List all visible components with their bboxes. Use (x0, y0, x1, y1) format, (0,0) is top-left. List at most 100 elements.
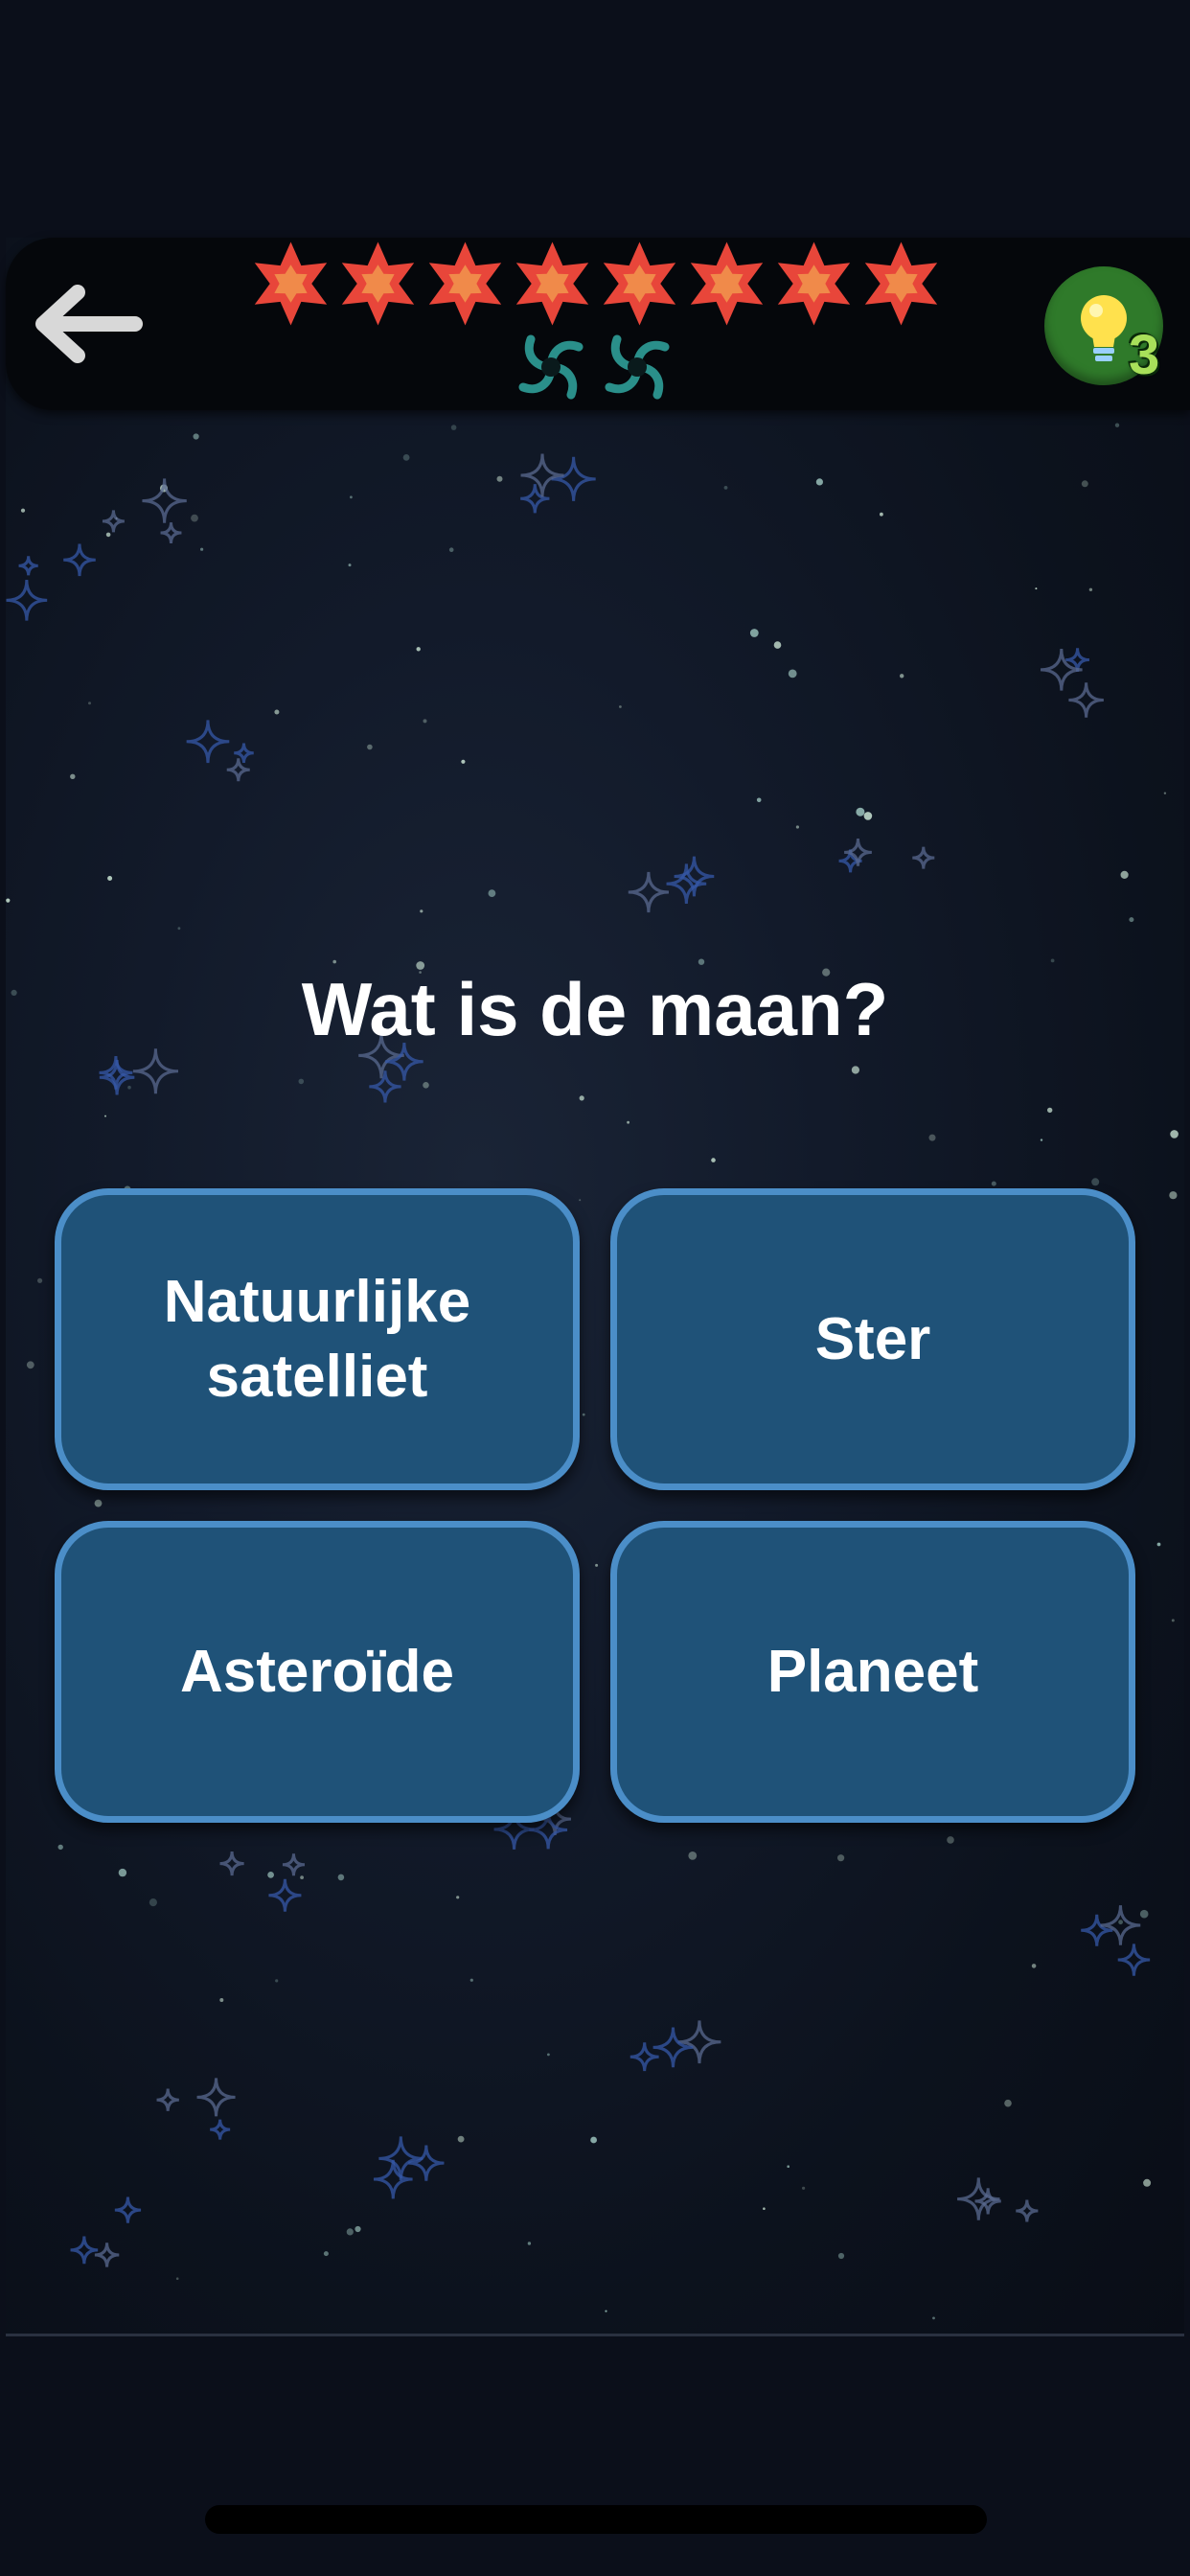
sparkle-icon (1081, 1914, 1113, 1946)
background-star (1040, 1138, 1043, 1141)
background-star (837, 1854, 845, 1862)
sparkle-icon (628, 871, 670, 913)
background-star (1170, 1130, 1179, 1138)
background-star (461, 759, 466, 764)
background-star (367, 744, 373, 750)
answer-button-2[interactable]: Ster (610, 1188, 1135, 1490)
background-star (26, 1361, 34, 1369)
sparkle-icon (114, 2196, 142, 2223)
answer-button-1[interactable]: Natuurlijke satelliet (55, 1188, 580, 1490)
background-star (802, 2186, 806, 2190)
background-star (496, 475, 503, 482)
background-star (300, 1875, 304, 1879)
background-star (323, 2251, 329, 2257)
background-star (219, 1998, 224, 2002)
background-star (749, 629, 759, 637)
background-star (1139, 1909, 1149, 1919)
background-star (947, 1836, 954, 1844)
background-star (723, 486, 728, 490)
background-star (1143, 2178, 1152, 2187)
background-star (274, 709, 280, 715)
background-star (837, 2252, 845, 2260)
background-star (711, 1158, 716, 1162)
background-star (1171, 1619, 1175, 1622)
background-star (1031, 1964, 1037, 1968)
background-star (94, 1499, 103, 1507)
home-indicator[interactable] (205, 2505, 987, 2534)
red-star-icon (341, 242, 415, 326)
background-star (191, 514, 198, 522)
sparkle-icon (1068, 682, 1104, 718)
background-star (355, 2225, 361, 2233)
background-star (579, 1199, 582, 1202)
sparkle-icon (912, 846, 935, 869)
background-star (815, 478, 824, 486)
hint-count: 3 (1129, 324, 1160, 386)
red-star-icon (515, 242, 589, 326)
back-button[interactable] (27, 276, 151, 372)
galaxy-spiral-icon (518, 334, 584, 400)
sparkle-icon (652, 2027, 694, 2068)
sparkle-icon (186, 720, 230, 764)
background-star (627, 1120, 629, 1124)
answer-button-3[interactable]: Asteroïde (55, 1521, 580, 1823)
background-star (423, 719, 427, 724)
background-star (70, 773, 76, 779)
sparkle-icon (18, 556, 38, 576)
playfield-bottom-border (6, 2334, 1184, 2336)
background-star (590, 2136, 597, 2144)
sparkle-icon (226, 758, 250, 782)
background-star (105, 532, 111, 538)
background-star (547, 2053, 550, 2057)
background-star (298, 1078, 305, 1085)
galaxy-spiral-icon (605, 334, 670, 400)
sparkle-icon (1016, 2199, 1039, 2222)
background-star (579, 1095, 584, 1101)
background-star (1035, 587, 1038, 590)
sparkle-icon (196, 2078, 236, 2117)
background-star (787, 2165, 790, 2168)
red-star-icon (603, 242, 676, 326)
background-star (488, 889, 496, 897)
background-star (1091, 1178, 1100, 1186)
sparkle-icon (677, 2020, 721, 2064)
answer-button-4[interactable]: Planeet (610, 1521, 1135, 1823)
sparkle-icon (70, 2236, 99, 2265)
sparkle-icon (268, 1878, 302, 1912)
sparkle-icon (520, 453, 564, 497)
sparkle-icon (210, 2119, 231, 2140)
sparkle-icon (142, 478, 187, 523)
background-star (1047, 1107, 1053, 1114)
background-star (175, 2277, 179, 2280)
background-star (619, 705, 622, 708)
background-star (1004, 2099, 1012, 2107)
sparkle-icon (156, 2088, 179, 2111)
background-star (991, 1181, 996, 1186)
background-star (1156, 1542, 1161, 1547)
sparkle-icon (160, 522, 182, 544)
question-text: Wat is de maan? (301, 967, 889, 1051)
background-star (795, 825, 800, 829)
background-star (1081, 480, 1088, 488)
sparkle-icon (1117, 1944, 1151, 1976)
sparkle-icon (94, 2242, 120, 2267)
sparkle-icon (102, 510, 125, 533)
background-star (527, 2242, 532, 2245)
background-star (200, 547, 204, 551)
background-star (788, 669, 797, 678)
background-star (20, 508, 26, 513)
sparkle-icon (520, 484, 550, 514)
background-star (595, 1563, 599, 1567)
sparkle-icon (957, 2177, 1000, 2220)
sparkle-icon (219, 1851, 244, 1876)
background-star (37, 1277, 43, 1283)
sparkle-icon (551, 456, 596, 501)
progress-stars (247, 240, 947, 328)
sparkle-icon (1100, 1905, 1141, 1945)
background-star (763, 2207, 766, 2210)
red-star-icon (254, 242, 328, 326)
background-star (851, 1066, 860, 1074)
background-star (107, 876, 113, 881)
background-star (193, 433, 199, 440)
red-star-icon (428, 242, 502, 326)
